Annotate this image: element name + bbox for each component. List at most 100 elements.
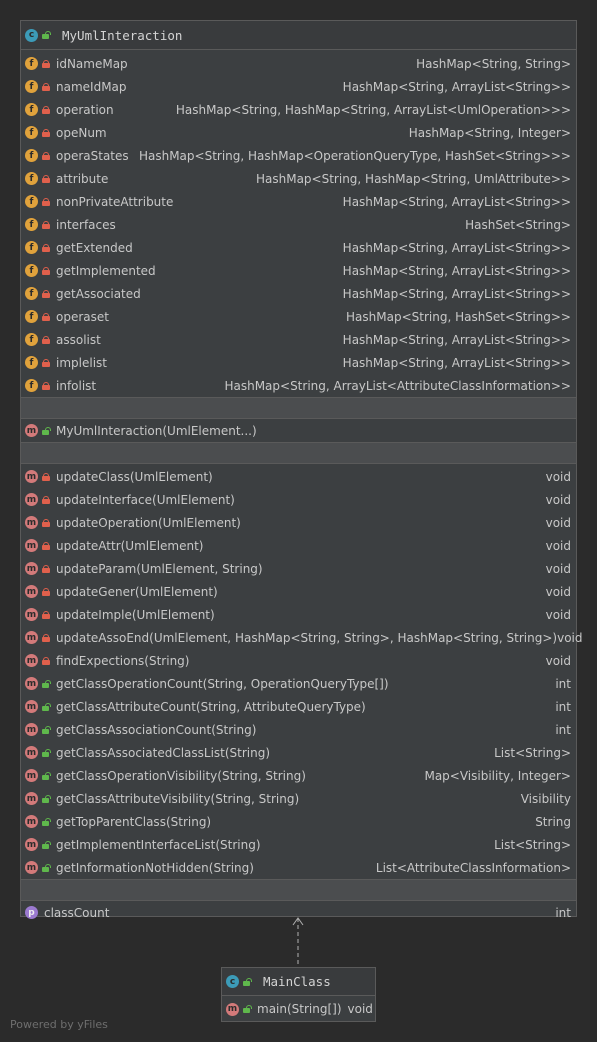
- field-row-name: getExtended: [56, 240, 133, 255]
- method-row-name: updateClass(UmlElement): [56, 469, 213, 484]
- method-icon: m: [25, 539, 38, 552]
- private-icon: [42, 59, 50, 68]
- methods-section: m updateClass(UmlElement) void m updateInter…: [21, 464, 583, 879]
- field-row[interactable]: f attribute HashMap<String, HashMap<String…: [21, 167, 576, 190]
- method-row[interactable]: m getClassAssociatedClassList(String) List…: [21, 741, 576, 764]
- field-row-type: HashMap<String, ArrayList<String>>: [342, 194, 571, 209]
- method-row[interactable]: m getTopParentClass(String) String: [21, 810, 576, 833]
- method-icon: m: [25, 493, 38, 506]
- private-icon: [42, 358, 50, 367]
- method-row-type: int: [555, 676, 571, 691]
- public-icon: [42, 679, 51, 688]
- field-row-type: HashMap<String, HashMap<String, UmlAttri…: [255, 171, 571, 186]
- field-icon: f: [25, 333, 38, 346]
- field-icon: f: [25, 241, 38, 254]
- method-row-name: updateInterface(UmlElement): [56, 492, 235, 507]
- method-icon: m: [25, 723, 38, 736]
- private-icon: [42, 381, 50, 390]
- method-icon: m: [25, 654, 38, 667]
- private-icon: [42, 633, 50, 642]
- method-row[interactable]: m updateGener(UmlElement) void: [21, 580, 576, 603]
- method-row[interactable]: m updateAssoEnd(UmlElement, HashMap<Strin…: [21, 626, 583, 649]
- field-row[interactable]: f infolist HashMap<String, ArrayList<Attri…: [21, 374, 576, 397]
- method-row-name: updateAttr(UmlElement): [56, 538, 204, 553]
- field-row[interactable]: f assolist HashMap<String, ArrayList<Strin…: [21, 328, 576, 351]
- field-row[interactable]: f interfaces HashSet<String>: [21, 213, 576, 236]
- method-row-type: void: [545, 492, 571, 507]
- method-row[interactable]: m getImplementInterfaceList(String) List<S…: [21, 833, 576, 856]
- field-row[interactable]: f nameIdMap HashMap<String, ArrayList<Stri…: [21, 75, 576, 98]
- class-title-bar[interactable]: c MainClass: [222, 968, 375, 996]
- method-row[interactable]: m updateClass(UmlElement) void: [21, 465, 576, 488]
- method-row[interactable]: m updateAttr(UmlElement) void: [21, 534, 576, 557]
- private-icon: [42, 289, 50, 298]
- public-icon: [243, 1005, 252, 1013]
- method-icon: m: [226, 1002, 239, 1016]
- field-icon: f: [25, 57, 38, 70]
- field-row-name: operation: [56, 102, 114, 117]
- field-row-name: assolist: [56, 332, 101, 347]
- fields-section: f idNameMap HashMap<String, String> f nameId…: [21, 50, 576, 397]
- method-row-type: void: [545, 538, 571, 553]
- field-row[interactable]: f operaStates HashMap<String, HashMap<Oper…: [21, 144, 576, 167]
- field-icon: f: [25, 126, 38, 139]
- method-row[interactable]: m findExpections(String) void: [21, 649, 576, 672]
- method-row[interactable]: m updateImple(UmlElement) void: [21, 603, 576, 626]
- private-icon: [42, 105, 50, 114]
- method-row-name: getInformationNotHidden(String): [56, 860, 254, 875]
- private-icon: [42, 174, 50, 183]
- field-row[interactable]: f nonPrivateAttribute HashMap<String, Arra…: [21, 190, 576, 213]
- method-row[interactable]: m getClassAttributeCount(String, Attribut…: [21, 695, 576, 718]
- private-icon: [42, 243, 50, 252]
- field-row-type: HashMap<String, HashMap<OperationQueryTy…: [138, 148, 571, 163]
- class-box-mainclass[interactable]: c MainClass m main(String[]) void: [221, 967, 376, 1022]
- field-row[interactable]: f implelist HashMap<String, ArrayList<Stri…: [21, 351, 576, 374]
- method-row-type: int: [555, 699, 571, 714]
- method-row[interactable]: m getClassAttributeVisibility(String, Str…: [21, 787, 576, 810]
- method-row[interactable]: m getClassOperationVisibility(String, Str…: [21, 764, 576, 787]
- method-row-type: void: [545, 607, 571, 622]
- field-row[interactable]: f getAssociated HashMap<String, ArrayList<…: [21, 282, 576, 305]
- method-row-name: getClassAttributeCount(String, Attribute…: [56, 699, 366, 714]
- method-row[interactable]: m getClassAssociationCount(String) int: [21, 718, 576, 741]
- constructor-row[interactable]: m MyUmlInteraction(UmlElement...): [21, 419, 576, 442]
- field-row[interactable]: f opeNum HashMap<String, Integer>: [21, 121, 576, 144]
- method-row[interactable]: m updateInterface(UmlElement) void: [21, 488, 576, 511]
- class-box-myumlinteraction[interactable]: c MyUmlInteraction f idNameMap HashMap<Str…: [20, 20, 583, 920]
- constructor-section: m MyUmlInteraction(UmlElement...): [21, 419, 576, 442]
- private-icon: [42, 564, 50, 573]
- method-row[interactable]: m updateParam(UmlElement, String) void: [21, 557, 576, 580]
- class-name: MyUmlInteraction: [62, 27, 183, 43]
- private-icon: [42, 220, 50, 229]
- field-row[interactable]: f getImplemented HashMap<String, ArrayList…: [21, 259, 576, 282]
- field-row-name: operaStates: [56, 148, 129, 163]
- method-row-name: getClassAssociationCount(String): [56, 722, 257, 737]
- property-name: classCount: [44, 905, 110, 920]
- method-row[interactable]: m updateOperation(UmlElement) void: [21, 511, 576, 534]
- method-icon: m: [25, 470, 38, 483]
- field-row[interactable]: f operaset HashMap<String, HashSet<String>…: [21, 305, 576, 328]
- private-icon: [42, 197, 50, 206]
- class-title-bar[interactable]: c MyUmlInteraction: [21, 21, 576, 50]
- method-row[interactable]: m getInformationNotHidden(String) List<Att…: [21, 856, 576, 879]
- method-row-type: List<String>: [494, 837, 571, 852]
- method-icon: m: [25, 516, 38, 529]
- method-row[interactable]: m getClassOperationCount(String, Operatio…: [21, 672, 576, 695]
- constructor-name: MyUmlInteraction(UmlElement...): [56, 423, 257, 438]
- private-icon: [42, 82, 50, 91]
- property-icon: p: [25, 906, 38, 919]
- method-row-name: getClassAssociatedClassList(String): [56, 745, 271, 760]
- method-icon: m: [25, 424, 38, 437]
- field-row-name: implelist: [56, 355, 107, 370]
- field-icon: f: [25, 195, 38, 208]
- field-row-name: operaset: [56, 309, 109, 324]
- field-row-type: HashMap<String, HashMap<String, ArrayLis…: [175, 102, 571, 117]
- method-row[interactable]: m main(String[]) void: [222, 996, 375, 1022]
- method-row-type: List<String>: [494, 745, 571, 760]
- field-row[interactable]: f idNameMap HashMap<String, String>: [21, 52, 576, 75]
- field-row[interactable]: f operation HashMap<String, HashMap<String…: [21, 98, 576, 121]
- field-icon: f: [25, 287, 38, 300]
- method-row-type: String: [535, 814, 571, 829]
- field-row[interactable]: f getExtended HashMap<String, ArrayList<St…: [21, 236, 576, 259]
- field-row-name: nonPrivateAttribute: [56, 194, 174, 209]
